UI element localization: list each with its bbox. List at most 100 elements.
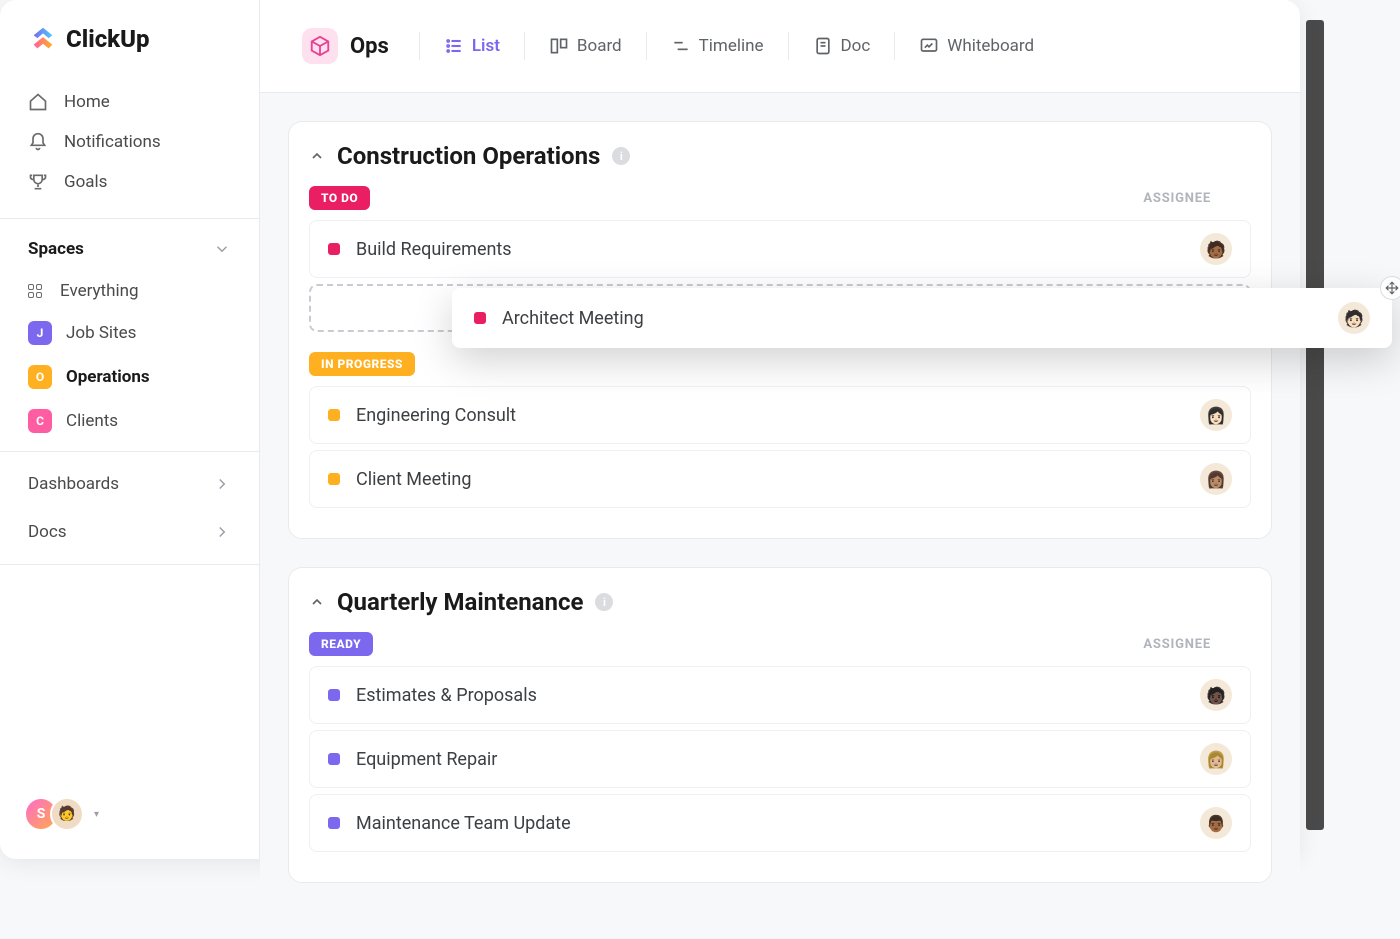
space-label: Operations — [66, 367, 150, 387]
status-dot — [328, 243, 340, 255]
view-label: Board — [577, 36, 622, 56]
assignee-avatar[interactable]: 👩🏻 — [1200, 399, 1232, 431]
panel-title: Construction Operations — [337, 142, 600, 170]
view-label: Timeline — [699, 36, 764, 56]
status-header-row: TO DO ASSIGNEE — [309, 186, 1251, 210]
user-avatar: 🧑 — [50, 797, 84, 831]
home-icon — [28, 92, 48, 112]
status-dot — [328, 473, 340, 485]
dragging-task-row[interactable]: Architect Meeting 🧑🏻 — [452, 288, 1392, 348]
task-row[interactable]: Client Meeting 👩🏽 — [309, 450, 1251, 508]
divider — [524, 32, 525, 60]
status-dot — [328, 689, 340, 701]
main-content: Ops List Board Timeline Doc — [260, 0, 1300, 859]
workspace-chip[interactable]: Ops — [288, 20, 403, 72]
view-label: List — [472, 36, 500, 56]
assignee-avatar[interactable]: 👩🏼 — [1200, 743, 1232, 775]
view-tab-board[interactable]: Board — [541, 30, 630, 62]
nav-dashboards[interactable]: Dashboards — [0, 460, 259, 508]
cube-icon — [302, 28, 338, 64]
status-header-row: READY ASSIGNEE — [309, 632, 1251, 656]
column-header-assignee: ASSIGNEE — [1143, 191, 1211, 206]
column-header-assignee: ASSIGNEE — [1143, 637, 1211, 652]
panel-title: Quarterly Maintenance — [337, 588, 583, 616]
section-label: Dashboards — [28, 474, 119, 494]
assignee-avatar[interactable]: 👩🏽 — [1200, 463, 1232, 495]
brand-logo[interactable]: ClickUp — [0, 24, 259, 74]
list-panel-maintenance: Quarterly Maintenance i READY ASSIGNEE E… — [288, 567, 1272, 883]
caret-down-icon: ▾ — [94, 809, 99, 820]
space-label: Everything — [60, 281, 139, 301]
space-label: Job Sites — [66, 323, 136, 343]
nav-goals[interactable]: Goals — [12, 162, 247, 202]
space-everything[interactable]: Everything — [12, 271, 247, 311]
user-switcher[interactable]: S 🧑 ▾ — [0, 785, 259, 843]
primary-nav: Home Notifications Goals — [0, 74, 259, 210]
spaces-header[interactable]: Spaces — [0, 227, 259, 271]
space-badge: C — [28, 409, 52, 433]
status-chip-todo[interactable]: TO DO — [309, 186, 370, 210]
nav-home[interactable]: Home — [12, 82, 247, 122]
move-icon — [1380, 276, 1400, 300]
task-name: Architect Meeting — [502, 308, 644, 329]
status-chip-ready[interactable]: READY — [309, 632, 373, 656]
divider — [0, 218, 259, 219]
task-row[interactable]: Equipment Repair 👩🏼 — [309, 730, 1251, 788]
space-operations[interactable]: O Operations — [12, 355, 247, 399]
nav-notifications[interactable]: Notifications — [12, 122, 247, 162]
assignee-avatar[interactable]: 🧑🏿 — [1200, 679, 1232, 711]
sidebar: ClickUp Home Notifications Goals Spaces — [0, 0, 260, 859]
nav-label: Goals — [64, 172, 107, 192]
info-icon[interactable]: i — [612, 147, 630, 165]
bell-icon — [28, 132, 48, 152]
info-icon[interactable]: i — [595, 593, 613, 611]
space-label: Clients — [66, 411, 118, 431]
space-job-sites[interactable]: J Job Sites — [12, 311, 247, 355]
assignee-avatar[interactable]: 👨🏾 — [1200, 807, 1232, 839]
status-chip-inprogress[interactable]: IN PROGRESS — [309, 352, 415, 376]
divider — [788, 32, 789, 60]
view-label: Doc — [841, 36, 871, 56]
task-name: Build Requirements — [356, 239, 512, 260]
brand-name: ClickUp — [66, 25, 150, 53]
chevron-up-icon — [309, 148, 325, 164]
task-row[interactable]: Engineering Consult 👩🏻 — [309, 386, 1251, 444]
trophy-icon — [28, 172, 48, 192]
task-row[interactable]: Maintenance Team Update 👨🏾 — [309, 794, 1251, 852]
chevron-up-icon — [309, 594, 325, 610]
divider — [646, 32, 647, 60]
spaces-header-label: Spaces — [28, 239, 84, 259]
view-tab-whiteboard[interactable]: Whiteboard — [911, 30, 1042, 62]
workspace-name: Ops — [350, 34, 389, 59]
chevron-down-icon — [213, 240, 231, 258]
task-row[interactable]: Build Requirements 🧑🏾 — [309, 220, 1251, 278]
space-badge: O — [28, 365, 52, 389]
chevron-right-icon — [213, 523, 231, 541]
view-label: Whiteboard — [947, 36, 1034, 56]
status-header-row: IN PROGRESS — [309, 352, 1251, 376]
divider — [0, 564, 259, 565]
view-tab-list[interactable]: List — [436, 30, 508, 62]
list-icon — [444, 36, 464, 56]
assignee-avatar[interactable]: 🧑🏾 — [1200, 233, 1232, 265]
status-dot — [474, 312, 486, 324]
chevron-right-icon — [213, 475, 231, 493]
task-row[interactable]: Estimates & Proposals 🧑🏿 — [309, 666, 1251, 724]
view-tab-doc[interactable]: Doc — [805, 30, 879, 62]
nav-docs[interactable]: Docs — [0, 508, 259, 556]
panel-header[interactable]: Construction Operations i — [309, 142, 1251, 186]
status-dot — [328, 753, 340, 765]
status-dot — [328, 409, 340, 421]
divider — [894, 32, 895, 60]
clickup-logo-icon — [28, 24, 58, 54]
task-name: Equipment Repair — [356, 749, 497, 770]
grid-icon — [28, 282, 46, 300]
panel-header[interactable]: Quarterly Maintenance i — [309, 588, 1251, 632]
whiteboard-icon — [919, 36, 939, 56]
doc-icon — [813, 36, 833, 56]
view-tab-timeline[interactable]: Timeline — [663, 30, 772, 62]
space-list: Everything J Job Sites O Operations C Cl… — [0, 271, 259, 443]
task-name: Engineering Consult — [356, 405, 516, 426]
assignee-avatar[interactable]: 🧑🏻 — [1338, 302, 1370, 334]
space-clients[interactable]: C Clients — [12, 399, 247, 443]
